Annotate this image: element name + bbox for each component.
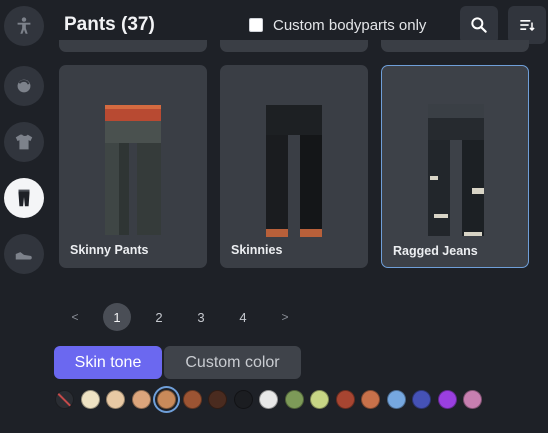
pants-icon bbox=[18, 189, 30, 207]
page-next-button[interactable]: > bbox=[271, 303, 299, 331]
search-button[interactable] bbox=[460, 6, 498, 44]
no-color-swatch[interactable] bbox=[55, 390, 74, 409]
page-title: Pants (37) bbox=[64, 14, 155, 35]
rail-item-head[interactable] bbox=[4, 66, 44, 106]
page-prev-button[interactable]: < bbox=[61, 303, 89, 331]
previous-row-card[interactable] bbox=[59, 40, 207, 52]
previous-row-card[interactable] bbox=[381, 40, 529, 52]
custom-bodyparts-filter[interactable]: Custom bodyparts only bbox=[249, 14, 426, 36]
item-card-skinnies[interactable]: Skinnies bbox=[220, 65, 368, 268]
sort-button[interactable] bbox=[508, 6, 546, 44]
color-swatch[interactable] bbox=[80, 390, 100, 409]
shirt-icon bbox=[15, 134, 33, 150]
shoe-icon bbox=[15, 252, 32, 260]
item-label: Skinny Pants bbox=[70, 243, 149, 257]
ragged-jeans-thumbnail bbox=[428, 104, 484, 236]
custom-bodyparts-label: Custom bodyparts only bbox=[273, 16, 427, 34]
color-swatch[interactable] bbox=[310, 390, 329, 409]
skinny-pants-thumbnail bbox=[105, 105, 161, 235]
category-rail bbox=[0, 0, 48, 433]
page-button[interactable]: 4 bbox=[229, 303, 257, 331]
color-swatch[interactable] bbox=[437, 390, 457, 409]
previous-row-card[interactable] bbox=[220, 40, 368, 52]
tab-custom-color[interactable]: Custom color bbox=[164, 346, 301, 379]
page-button[interactable]: 2 bbox=[145, 303, 173, 331]
page-button[interactable]: 1 bbox=[103, 303, 131, 331]
custom-bodyparts-checkbox[interactable] bbox=[249, 18, 263, 32]
head-icon bbox=[17, 79, 31, 93]
sort-icon bbox=[520, 20, 535, 32]
color-swatch[interactable] bbox=[208, 390, 227, 409]
color-swatch[interactable] bbox=[106, 390, 125, 409]
color-swatch[interactable] bbox=[463, 390, 482, 409]
rail-item-shirt[interactable] bbox=[4, 122, 44, 162]
color-swatch[interactable] bbox=[361, 390, 380, 409]
color-swatch[interactable] bbox=[386, 390, 406, 409]
rail-item-shoes[interactable] bbox=[4, 234, 44, 274]
skinnies-thumbnail bbox=[266, 105, 322, 237]
item-card-skinny-pants[interactable]: Skinny Pants bbox=[59, 65, 207, 268]
color-swatch[interactable] bbox=[182, 390, 202, 409]
color-swatch[interactable] bbox=[131, 390, 151, 409]
rail-item-body[interactable] bbox=[4, 6, 44, 46]
item-card-ragged-jeans[interactable]: Ragged Jeans bbox=[381, 65, 529, 268]
color-swatch[interactable] bbox=[284, 390, 304, 409]
color-swatch[interactable] bbox=[412, 390, 431, 409]
rail-item-pants[interactable] bbox=[4, 178, 44, 218]
color-swatch[interactable] bbox=[157, 390, 176, 409]
color-swatch[interactable] bbox=[259, 390, 278, 409]
item-label: Skinnies bbox=[231, 243, 283, 257]
color-swatch[interactable] bbox=[233, 390, 253, 409]
page-button[interactable]: 3 bbox=[187, 303, 215, 331]
item-label: Ragged Jeans bbox=[393, 244, 478, 258]
body-icon bbox=[17, 17, 31, 34]
search-icon bbox=[471, 17, 487, 33]
tab-skin-tone[interactable]: Skin tone bbox=[54, 346, 162, 379]
color-swatch[interactable] bbox=[335, 390, 355, 409]
